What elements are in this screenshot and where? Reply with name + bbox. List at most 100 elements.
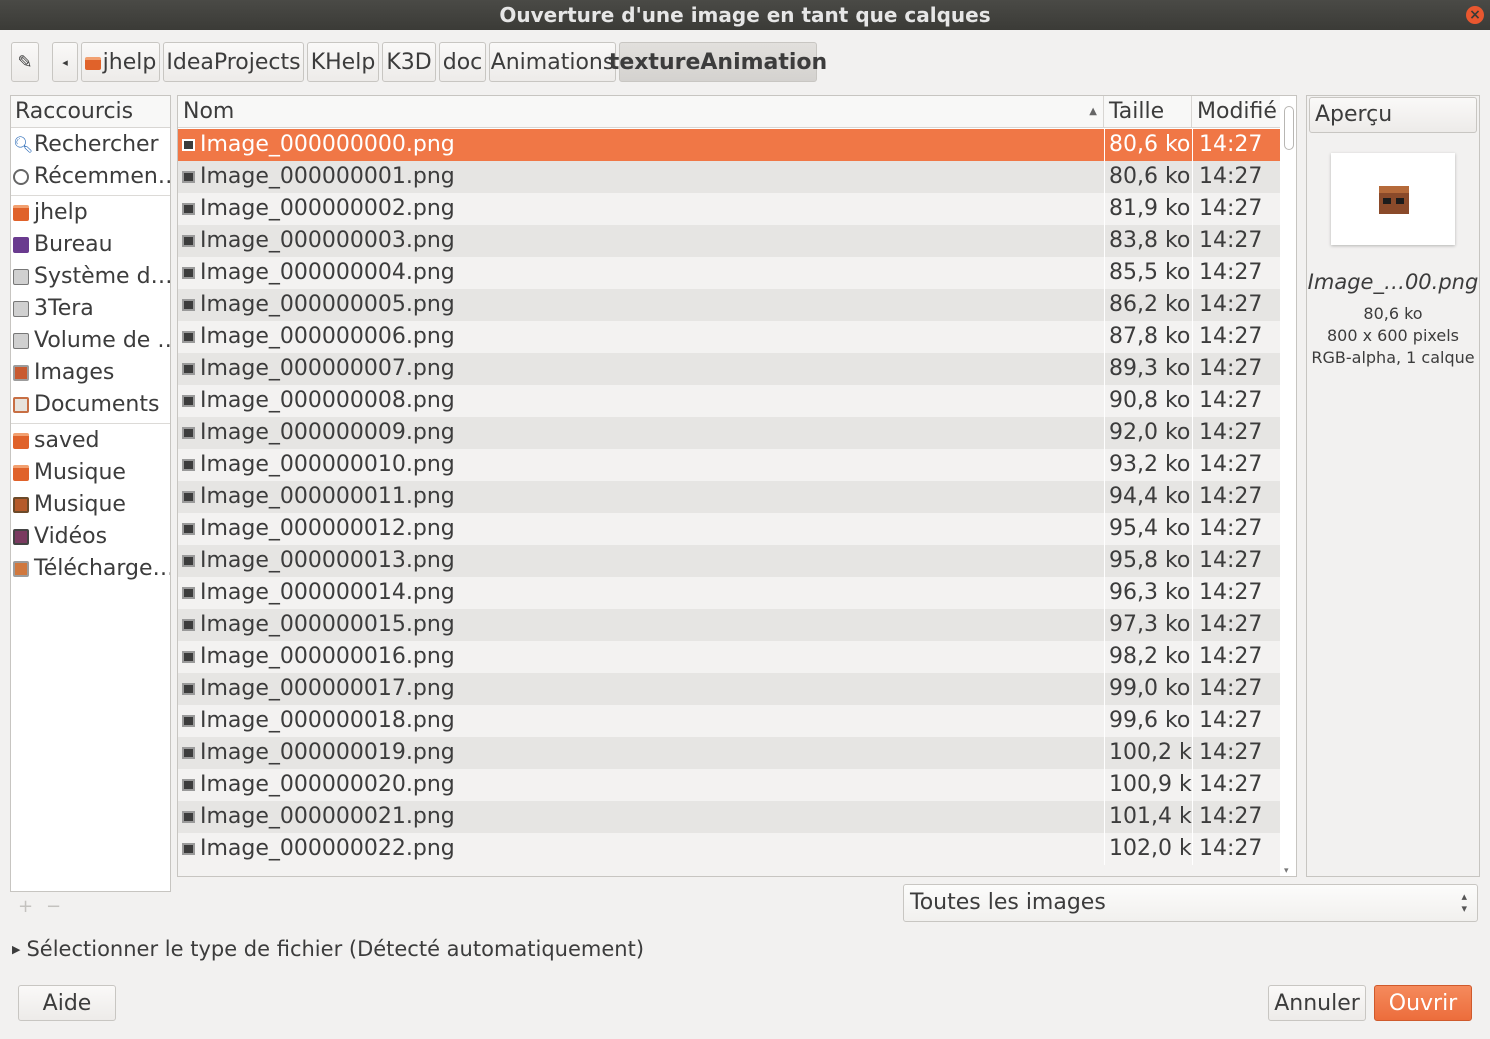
- preview-filename: Image_…00.png: [1307, 270, 1479, 294]
- help-button[interactable]: Aide: [18, 985, 116, 1021]
- table-row[interactable]: Image_000000018.png 99,6 ko 14:27: [178, 705, 1280, 737]
- place-label: Musique: [34, 460, 126, 485]
- file-name-cell: Image_000000001.png: [200, 164, 455, 189]
- file-size-cell: 80,6 ko: [1104, 129, 1192, 161]
- places-header: Raccourcis: [11, 96, 170, 128]
- file-name-cell: Image_000000012.png: [200, 516, 455, 541]
- file-name-cell: Image_000000008.png: [200, 388, 455, 413]
- crumb-ideaprojects[interactable]: IdeaProjects: [163, 42, 304, 82]
- place-recent[interactable]: Récemmen…: [11, 161, 170, 193]
- place-volume[interactable]: Volume de …: [11, 325, 170, 357]
- table-row[interactable]: Image_000000015.png 97,3 ko 14:27: [178, 609, 1280, 641]
- crumb-khelp[interactable]: KHelp: [307, 42, 379, 82]
- table-row[interactable]: Image_000000004.png 85,5 ko 14:27: [178, 257, 1280, 289]
- table-row[interactable]: Image_000000014.png 96,3 ko 14:27: [178, 577, 1280, 609]
- add-bookmark-button[interactable]: +: [18, 896, 33, 917]
- file-size-cell: 85,5 ko: [1104, 257, 1192, 289]
- place-musique-1[interactable]: Musique: [11, 457, 170, 489]
- table-row-partial[interactable]: [178, 865, 1280, 876]
- filetype-expander[interactable]: ▶ Sélectionner le type de fichier (Détec…: [12, 937, 644, 961]
- column-header-modified[interactable]: Modifié: [1192, 96, 1280, 128]
- place-downloads[interactable]: Télécharge…: [11, 553, 170, 585]
- table-row[interactable]: Image_000000007.png 89,3 ko 14:27: [178, 353, 1280, 385]
- table-row[interactable]: Image_000000001.png 80,6 ko 14:27: [178, 161, 1280, 193]
- place-label: saved: [34, 428, 100, 453]
- pencil-icon: ✎: [17, 51, 33, 73]
- table-row[interactable]: Image_000000002.png 81,9 ko 14:27: [178, 193, 1280, 225]
- documents-folder-icon: [13, 397, 29, 413]
- file-size-cell: 100,2 ko: [1104, 737, 1192, 769]
- crumb-label: textureAnimation: [608, 49, 828, 75]
- file-filter-dropdown[interactable]: Toutes les images ▴ ▾: [903, 884, 1478, 922]
- file-modified-cell: 14:27: [1192, 257, 1280, 289]
- places-divider: [11, 423, 170, 424]
- table-row[interactable]: Image_000000010.png 93,2 ko 14:27: [178, 449, 1280, 481]
- file-modified-cell: 14:27: [1192, 577, 1280, 609]
- place-label: Système d…: [34, 264, 170, 289]
- crumb-label: Animations: [490, 49, 615, 75]
- window-titlebar[interactable]: Ouverture d'une image en tant que calque…: [0, 0, 1490, 30]
- cancel-button[interactable]: Annuler: [1268, 985, 1366, 1021]
- preview-header: Aperçu: [1309, 97, 1477, 133]
- table-row[interactable]: Image_000000017.png 99,0 ko 14:27: [178, 673, 1280, 705]
- table-row[interactable]: Image_000000009.png 92,0 ko 14:27: [178, 417, 1280, 449]
- table-row[interactable]: Image_000000016.png 98,2 ko 14:27: [178, 641, 1280, 673]
- place-desktop[interactable]: Bureau: [11, 229, 170, 261]
- column-header-size[interactable]: Taille: [1104, 96, 1192, 128]
- remove-bookmark-button[interactable]: −: [46, 896, 61, 917]
- place-system[interactable]: Système d…: [11, 261, 170, 293]
- file-size-cell: 80,6 ko: [1104, 161, 1192, 193]
- table-row[interactable]: Image_000000006.png 87,8 ko 14:27: [178, 321, 1280, 353]
- place-videos[interactable]: Vidéos: [11, 521, 170, 553]
- crumb-textureanimation[interactable]: textureAnimation: [609, 42, 827, 82]
- table-row[interactable]: Image_000000013.png 95,8 ko 14:27: [178, 545, 1280, 577]
- table-row[interactable]: Image_000000012.png 95,4 ko 14:27: [178, 513, 1280, 545]
- path-back-button[interactable]: ◂: [52, 42, 78, 82]
- folder-icon: [13, 433, 29, 449]
- column-header-label: Nom: [183, 99, 235, 124]
- scrollbar-thumb[interactable]: [1284, 106, 1294, 150]
- file-name-cell: Image_000000010.png: [200, 452, 455, 477]
- file-name-cell: Image_000000002.png: [200, 196, 455, 221]
- table-row[interactable]: Image_000000008.png 90,8 ko 14:27: [178, 385, 1280, 417]
- close-icon[interactable]: ×: [1466, 6, 1484, 24]
- file-list-scrollbar[interactable]: ▾: [1282, 96, 1296, 876]
- place-label: 3Tera: [34, 296, 94, 321]
- table-row[interactable]: Image_000000011.png 94,4 ko 14:27: [178, 481, 1280, 513]
- crumb-k3d[interactable]: K3D: [382, 42, 436, 82]
- place-musique-2[interactable]: Musique: [11, 489, 170, 521]
- table-row[interactable]: Image_000000000.png 80,6 ko 14:27: [178, 129, 1280, 161]
- crumb-animations[interactable]: Animations: [489, 42, 616, 82]
- file-name-cell: Image_000000017.png: [200, 676, 455, 701]
- table-row[interactable]: Image_000000021.png 101,4 ko14:27: [178, 801, 1280, 833]
- column-header-name[interactable]: Nom ▲: [178, 96, 1104, 128]
- file-name-cell: Image_000000018.png: [200, 708, 455, 733]
- open-button[interactable]: Ouvrir: [1374, 985, 1472, 1021]
- place-documents[interactable]: Documents: [11, 389, 170, 421]
- file-name-cell: Image_000000003.png: [200, 228, 455, 253]
- places-sidebar: Raccourcis 🔍︎ Rechercher Récemmen… jhelp…: [10, 95, 171, 892]
- crumb-home[interactable]: jhelp: [81, 42, 160, 82]
- desktop-icon: [13, 237, 29, 253]
- filetype-expander-label: Sélectionner le type de fichier (Détecté…: [26, 937, 645, 961]
- edit-location-button[interactable]: ✎: [11, 42, 39, 82]
- place-label: jhelp: [34, 200, 88, 225]
- file-modified-cell: 14:27: [1192, 225, 1280, 257]
- place-saved[interactable]: saved: [11, 425, 170, 457]
- file-name-cell: Image_000000013.png: [200, 548, 455, 573]
- file-name-cell: Image_000000020.png: [200, 772, 455, 797]
- place-images[interactable]: Images: [11, 357, 170, 389]
- place-search[interactable]: 🔍︎ Rechercher: [11, 129, 170, 161]
- table-row[interactable]: Image_000000022.png 102,0 ko14:27: [178, 833, 1280, 865]
- open-button-label: Ouvrir: [1388, 990, 1458, 1016]
- chevron-down-icon[interactable]: ▾: [1284, 866, 1289, 876]
- table-row[interactable]: Image_000000019.png 100,2 ko14:27: [178, 737, 1280, 769]
- place-3tera[interactable]: 3Tera: [11, 293, 170, 325]
- place-home[interactable]: jhelp: [11, 197, 170, 229]
- table-row[interactable]: Image_000000020.png 100,9 ko14:27: [178, 769, 1280, 801]
- table-row[interactable]: Image_000000005.png 86,2 ko 14:27: [178, 289, 1280, 321]
- table-row[interactable]: Image_000000003.png 83,8 ko 14:27: [178, 225, 1280, 257]
- crumb-doc[interactable]: doc: [439, 42, 486, 82]
- crumb-label: K3D: [386, 49, 432, 75]
- preview-mode: RGB-alpha, 1 calque: [1311, 348, 1475, 367]
